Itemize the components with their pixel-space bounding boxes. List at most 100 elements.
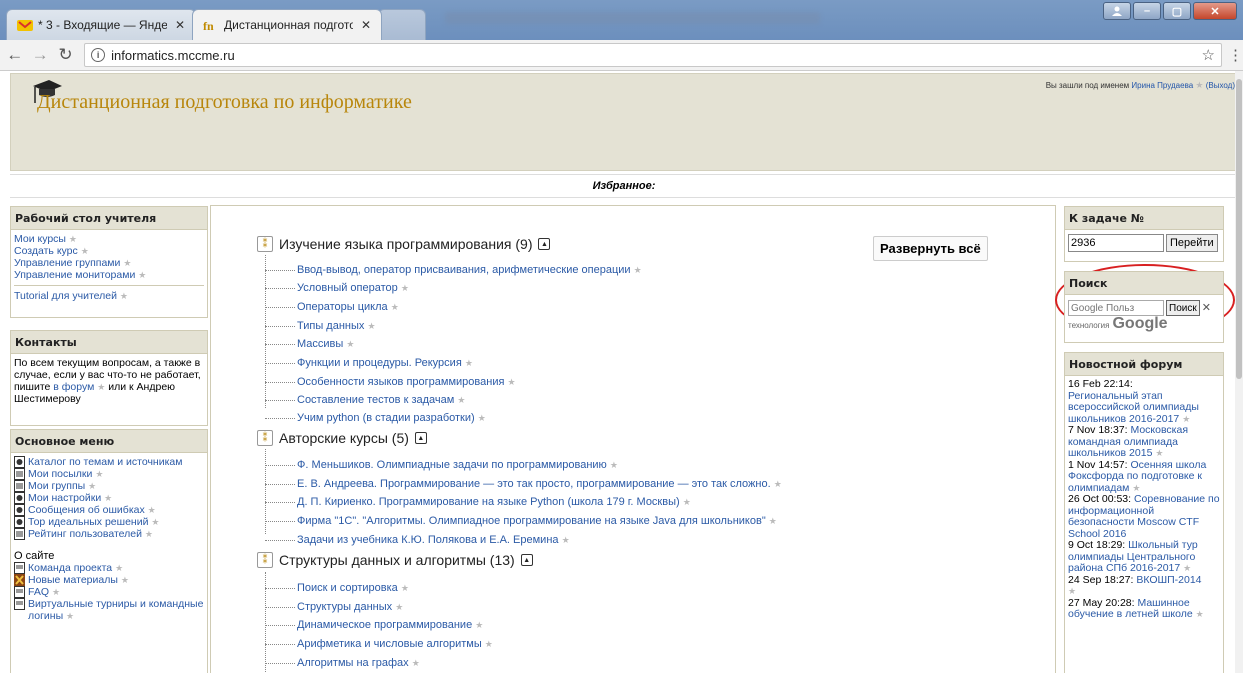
- collapse-icon[interactable]: ▲: [520, 554, 533, 566]
- search-tech-label: технология: [1068, 321, 1110, 330]
- course-item[interactable]: Алгоритмы на графах ★: [265, 657, 420, 669]
- course-item[interactable]: Учим python (в стадии разработки) ★: [265, 412, 486, 424]
- my-courses-link[interactable]: Мои курсы: [14, 233, 66, 245]
- course-item[interactable]: Структуры данных ★: [265, 601, 403, 613]
- menu-item-team[interactable]: Команда проекта ★: [14, 562, 204, 574]
- course-item[interactable]: Составление тестов к задачам ★: [265, 394, 465, 406]
- forum-link[interactable]: в форум: [53, 381, 94, 393]
- menu-item-groups[interactable]: Мои группы ★: [14, 480, 204, 492]
- course-item[interactable]: Ф. Меньшиков. Олимпиадные задачи по прог…: [265, 459, 618, 471]
- search-input[interactable]: [1068, 300, 1164, 316]
- back-arrow-icon[interactable]: ←: [4, 44, 25, 66]
- document-icon: [14, 528, 25, 540]
- manage-monitors-link[interactable]: Управление мониторами: [14, 269, 135, 281]
- create-course-link[interactable]: Создать курс: [14, 245, 78, 257]
- tutorial-link[interactable]: Tutorial для учителей: [14, 290, 117, 302]
- search-block: Поиск Поиск ✕ технология Google: [1064, 271, 1224, 343]
- star-icon[interactable]: ★: [1195, 80, 1203, 90]
- menu-item-submissions[interactable]: Мои посылки ★: [14, 468, 204, 480]
- block-title: Новостной форум: [1065, 353, 1223, 376]
- category-author-courses[interactable]: ⁑ Авторские курсы (5) ▲: [257, 430, 427, 446]
- bug-report-icon: [14, 504, 25, 516]
- address-bar[interactable]: i informatics.mccme.ru ☆: [84, 43, 1222, 67]
- page-scrollbar[interactable]: [1235, 71, 1243, 673]
- scrollbar-thumb[interactable]: [1236, 79, 1242, 379]
- menu-item-faq[interactable]: FAQ ★: [14, 586, 204, 598]
- news-item: 27 May 20:28: Машинное обучение в летней…: [1068, 596, 1204, 620]
- site-title[interactable]: Дистанционная подготовка по информатике: [37, 91, 412, 114]
- info-icon[interactable]: i: [91, 48, 106, 62]
- new-tab-button[interactable]: [378, 9, 426, 40]
- block-title: Основное меню: [11, 430, 207, 453]
- category-icon: ⁑: [257, 236, 273, 252]
- course-item[interactable]: Фирма "1С". "Алгоритмы. Олимпиадное прог…: [265, 515, 777, 527]
- user-icon[interactable]: [1103, 2, 1131, 20]
- top-solutions-icon: [14, 516, 25, 528]
- go-button[interactable]: Перейти: [1166, 234, 1218, 252]
- manage-groups-link[interactable]: Управление группами: [14, 257, 120, 269]
- star-icon[interactable]: ★: [69, 234, 77, 244]
- news-item: 7 Nov 18:37: Московская командная олимпи…: [1068, 424, 1189, 459]
- star-icon[interactable]: ★: [97, 382, 105, 392]
- category-icon: ⁑: [257, 552, 273, 568]
- course-item[interactable]: Ввод-вывод, оператор присваивания, арифм…: [265, 264, 642, 276]
- menu-item-new-materials[interactable]: Новые материалы ★: [14, 574, 204, 586]
- category-data-structures[interactable]: ⁑ Структуры данных и алгоритмы (13) ▲: [257, 552, 533, 568]
- collapse-icon[interactable]: ▲: [414, 432, 427, 444]
- menu-item-virtual-contests[interactable]: Виртуальные турниры и командные логины ★: [14, 598, 204, 622]
- yandex-mail-icon: [17, 18, 33, 32]
- maximize-button[interactable]: ▢: [1163, 2, 1191, 20]
- bookmark-star-icon[interactable]: ☆: [1202, 46, 1215, 64]
- user-name-link[interactable]: Ирина Прудаева: [1131, 81, 1193, 90]
- url-text: informatics.mccme.ru: [111, 47, 235, 63]
- close-tab-icon[interactable]: ✕: [361, 18, 371, 32]
- close-window-button[interactable]: ✕: [1193, 2, 1237, 20]
- block-title: Контакты: [11, 331, 207, 354]
- course-item[interactable]: Е. В. Андреева. Программирование — это т…: [265, 478, 782, 490]
- news-item: 1 Nov 14:57: Осенняя школа Фоксфорда по …: [1068, 458, 1207, 494]
- course-item[interactable]: Функции и процедуры. Рекурсия ★: [265, 357, 473, 369]
- login-info: Вы зашли под именем Ирина Прудаева ★ (Вы…: [1045, 80, 1235, 90]
- collapse-icon[interactable]: ▲: [538, 238, 551, 250]
- course-item[interactable]: Арифметика и числовые алгоритмы ★: [265, 638, 493, 650]
- contacts-text: По всем текущим вопросам, а также в случ…: [14, 357, 201, 405]
- menu-item-settings[interactable]: Мои настройки ★: [14, 492, 204, 504]
- course-item[interactable]: Особенности языков программирования ★: [265, 376, 516, 388]
- menu-item-top-solutions[interactable]: Тор идеальных решений ★: [14, 516, 204, 528]
- block-title: К задаче №: [1065, 207, 1223, 230]
- reload-icon[interactable]: ↻: [55, 44, 76, 66]
- menu-item-rating[interactable]: Рейтинг пользователей ★: [14, 528, 204, 540]
- contacts-block: Контакты По всем текущим вопросам, а так…: [10, 330, 208, 426]
- star-icon[interactable]: ★: [120, 291, 128, 301]
- tab-label: Дистанционная подготов: [224, 18, 353, 32]
- star-icon[interactable]: ★: [81, 246, 89, 256]
- catalog-icon: [14, 456, 25, 468]
- course-item[interactable]: Д. П. Кириенко. Программирование на язык…: [265, 496, 691, 508]
- menu-item-catalog[interactable]: Каталог по темам и источникам: [14, 456, 204, 468]
- forward-arrow-icon[interactable]: →: [29, 44, 50, 66]
- close-tab-icon[interactable]: ✕: [175, 18, 185, 32]
- menu-item-bug-reports[interactable]: Сообщения об ошибках ★: [14, 504, 204, 516]
- star-icon[interactable]: ★: [123, 258, 131, 268]
- document-icon: [14, 598, 25, 610]
- tab-informatics[interactable]: fn Дистанционная подготов ✕: [192, 9, 382, 40]
- logout-link[interactable]: (Выход): [1206, 81, 1235, 90]
- course-item[interactable]: Операторы цикла ★: [265, 301, 399, 313]
- minimize-button[interactable]: –: [1133, 2, 1161, 20]
- menu-dots-icon[interactable]: ⋮: [1228, 46, 1243, 64]
- course-item[interactable]: Задачи из учебника К.Ю. Полякова и Е.А. …: [265, 534, 570, 546]
- window-title-blurred: [445, 12, 820, 24]
- news-item: 16 Feb 22:14: Региональный этап всероссий…: [1068, 378, 1199, 425]
- course-item[interactable]: Типы данных ★: [265, 320, 376, 332]
- expand-all-button[interactable]: Развернуть всё: [873, 236, 988, 261]
- course-item[interactable]: Условный оператор ★: [265, 282, 409, 294]
- course-item[interactable]: Поиск и сортировка ★: [265, 582, 409, 594]
- task-number-input[interactable]: [1068, 234, 1164, 252]
- course-item[interactable]: Динамическое программирование ★: [265, 619, 483, 631]
- category-programming-languages[interactable]: ⁑ Изучение языка программирования (9) ▲: [257, 236, 551, 252]
- search-button[interactable]: Поиск: [1166, 300, 1200, 316]
- course-item[interactable]: Массивы ★: [265, 338, 354, 350]
- star-icon[interactable]: ★: [138, 270, 146, 280]
- tab-yandex-mail[interactable]: * 3 - Входящие — Яндекс ✕: [6, 9, 196, 40]
- clear-search-icon[interactable]: ✕: [1202, 302, 1211, 314]
